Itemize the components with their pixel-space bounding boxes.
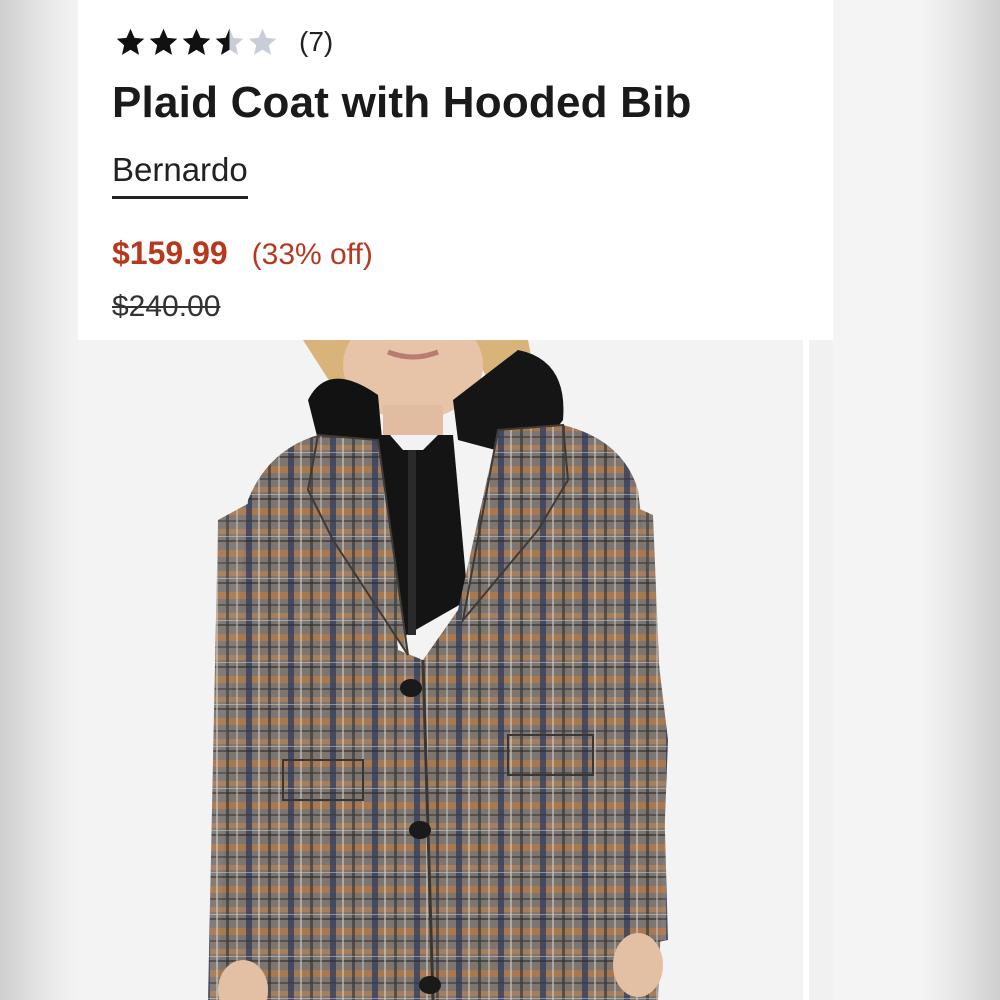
star-empty-icon — [248, 28, 277, 55]
price-row: $159.99 (33% off) — [112, 235, 373, 272]
product-image[interactable] — [78, 340, 803, 1000]
product-info-panel: (7) Plaid Coat with Hooded Bib Bernardo … — [78, 0, 833, 340]
star-filled-icon — [182, 28, 211, 55]
product-title: Plaid Coat with Hooded Bib — [112, 78, 692, 127]
stars-row — [114, 26, 279, 59]
original-price: $240.00 — [112, 290, 221, 323]
review-count[interactable]: (7) — [299, 26, 333, 58]
star-filled-icon — [149, 28, 178, 55]
star-rating[interactable]: (7) — [114, 22, 333, 62]
product-page: (7) Plaid Coat with Hooded Bib Bernardo … — [78, 0, 833, 1000]
star-half-icon — [215, 28, 244, 55]
product-photo-plaid-coat — [78, 340, 803, 1000]
star-filled-icon — [116, 28, 145, 55]
brand-link[interactable]: Bernardo — [112, 150, 248, 199]
discount-percent: (33% off) — [251, 238, 373, 271]
next-image-peek[interactable] — [809, 340, 833, 1000]
sale-price: $159.99 — [112, 235, 228, 271]
